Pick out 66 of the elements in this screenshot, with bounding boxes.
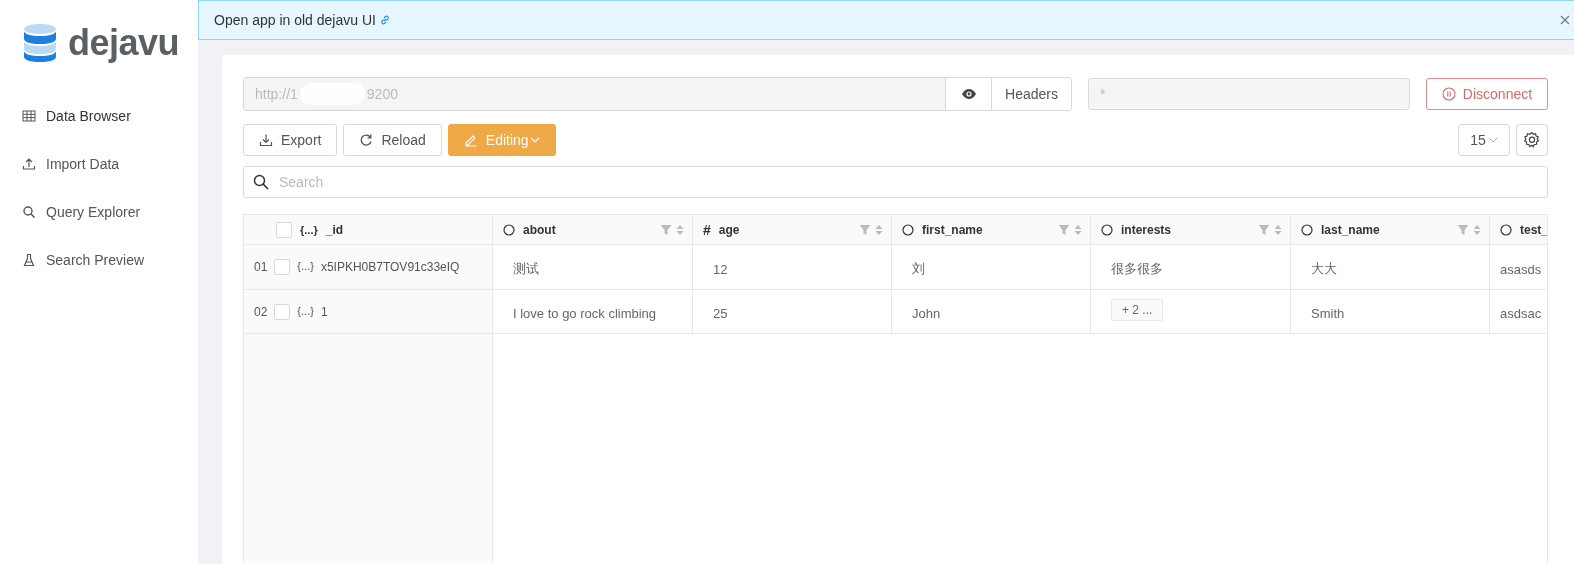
link-icon: [378, 14, 391, 26]
circle-icon: [1301, 223, 1313, 236]
sidebar-item[interactable]: Query Explorer: [0, 190, 198, 234]
object-icon: {...}: [297, 305, 314, 317]
settings-button[interactable]: [1516, 124, 1548, 156]
table-cell: 刘: [912, 260, 925, 278]
sort-icon[interactable]: [875, 223, 883, 236]
table-cell: 12: [713, 261, 728, 277]
table-cell: Smith: [1311, 306, 1345, 321]
reload-button[interactable]: Reload: [343, 124, 442, 156]
checkbox[interactable]: [276, 221, 292, 238]
table-cell: asasds: [1500, 261, 1542, 277]
circle-icon: [1500, 223, 1512, 236]
more-tag[interactable]: + 2 ...: [1111, 298, 1164, 321]
column-header: _id: [325, 222, 345, 237]
sort-icon[interactable]: [1074, 223, 1082, 236]
checkbox[interactable]: [274, 304, 291, 320]
search-icon: [22, 205, 36, 219]
filter-icon[interactable]: [859, 223, 871, 236]
table-cell: asdsac: [1500, 306, 1542, 321]
credentials-field[interactable]: *: [1088, 78, 1410, 110]
table-cell: 1: [320, 305, 328, 319]
table-cell: I love to go rock climbing: [513, 306, 657, 321]
close-icon[interactable]: [1560, 15, 1570, 25]
circle-icon: [1101, 223, 1113, 236]
filter-icon[interactable]: [660, 223, 672, 236]
sort-icon[interactable]: [1473, 223, 1481, 236]
table-cell: 大大: [1311, 260, 1337, 278]
search-field[interactable]: Search: [243, 166, 1548, 198]
checkbox[interactable]: [274, 259, 291, 275]
sidebar-item[interactable]: Data Browser: [0, 94, 198, 138]
caret-icon: [1487, 136, 1498, 144]
flask-icon: [22, 253, 36, 267]
sort-icon[interactable]: [1274, 223, 1282, 236]
table-icon: [22, 109, 36, 123]
object-icon: {...}: [300, 223, 318, 236]
page-size-select[interactable]: 15: [1458, 124, 1510, 156]
settings-icon: [1523, 131, 1541, 149]
database-logo-icon: [22, 23, 58, 63]
pencil-icon: [463, 133, 478, 147]
column-header[interactable]: age: [718, 222, 851, 237]
caret-icon: [529, 136, 540, 144]
table-cell: John: [912, 306, 941, 321]
sidebar-item[interactable]: Search Preview: [0, 238, 198, 282]
pause-icon: [1441, 87, 1456, 101]
download-icon: [259, 133, 273, 147]
sort-icon[interactable]: [676, 223, 684, 236]
circle-icon: [503, 223, 515, 236]
circle-icon: [902, 223, 914, 236]
object-icon: {...}: [297, 260, 314, 272]
banner-link[interactable]: Open app in old dejavu UI: [214, 12, 376, 28]
filter-icon[interactable]: [1258, 223, 1270, 236]
row-number: 01: [254, 260, 268, 274]
reload-icon: [359, 133, 374, 147]
sidebar-item[interactable]: Import Data: [0, 142, 198, 186]
row-number: 02: [254, 305, 268, 319]
table-cell: 很多很多: [1111, 260, 1163, 278]
brand-name: dejavu: [68, 22, 180, 64]
filter-icon[interactable]: [1058, 223, 1070, 236]
table-cell: 测试: [513, 260, 539, 278]
upload-icon: [22, 157, 36, 171]
hash-icon: #: [703, 221, 711, 238]
table-cell: 25: [713, 306, 728, 321]
table-cell: x5IPKH0B7TOV91c33eIQ: [320, 260, 460, 274]
filter-icon[interactable]: [1457, 223, 1469, 236]
export-button[interactable]: Export: [243, 124, 338, 156]
